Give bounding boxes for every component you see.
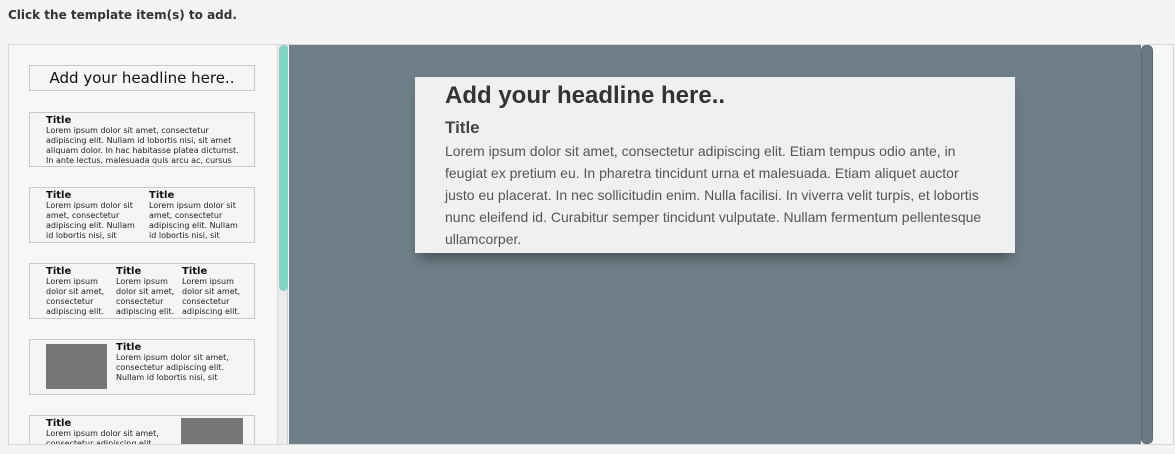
image-placeholder xyxy=(181,418,243,444)
template-list-scrollbar[interactable] xyxy=(277,45,288,444)
template-headline[interactable]: Add your headline here.. xyxy=(29,65,255,91)
template-title: Title xyxy=(149,190,175,201)
canvas-body-text[interactable]: Lorem ipsum dolor sit amet, consectetur … xyxy=(445,140,985,250)
template-title: Title xyxy=(182,266,208,277)
template-three-column[interactable]: Title Lorem ipsum dolor sit amet, consec… xyxy=(29,263,255,319)
template-title: Title xyxy=(46,190,72,201)
template-body: Lorem ipsum dolor sit amet, consectetur … xyxy=(116,277,175,316)
template-image-left[interactable]: Title Lorem ipsum dolor sit amet, consec… xyxy=(29,339,255,395)
template-body: Lorem ipsum dolor sit amet, consectetur … xyxy=(46,201,135,240)
template-title: Title xyxy=(116,266,142,277)
template-title: Title xyxy=(116,342,142,353)
template-body: Lorem ipsum dolor sit amet, consectetur … xyxy=(46,429,159,444)
template-body: Lorem ipsum dolor sit amet, consectetur … xyxy=(46,126,239,165)
template-list: Add your headline here.. Title Lorem ips… xyxy=(9,45,277,444)
content-block[interactable]: Add your headline here.. Title Lorem ips… xyxy=(415,77,1015,253)
canvas-title[interactable]: Title xyxy=(445,118,985,138)
image-placeholder xyxy=(46,344,107,389)
template-body: Lorem ipsum dolor sit amet, consectetur … xyxy=(116,353,229,382)
template-title: Title xyxy=(46,266,72,277)
template-body: Lorem ipsum dolor sit amet, consectetur … xyxy=(149,201,238,240)
template-body: Lorem ipsum dolor sit amet, consectetur … xyxy=(46,277,105,316)
canvas-headline[interactable]: Add your headline here.. xyxy=(445,83,985,109)
canvas-scrollbar[interactable] xyxy=(1141,45,1153,444)
template-image-right[interactable]: Title Lorem ipsum dolor sit amet, consec… xyxy=(29,415,255,444)
template-body: Lorem ipsum dolor sit amet, consectetur … xyxy=(182,277,241,316)
template-title: Title xyxy=(46,115,72,126)
template-single-column[interactable]: Title Lorem ipsum dolor sit amet, consec… xyxy=(29,112,255,167)
scrollbar-thumb[interactable] xyxy=(279,45,288,291)
instruction-text: Click the template item(s) to add. xyxy=(8,8,237,22)
editor-canvas[interactable]: Add your headline here.. Title Lorem ips… xyxy=(289,45,1141,444)
template-title: Title xyxy=(46,418,72,429)
template-two-column[interactable]: Title Lorem ipsum dolor sit amet, consec… xyxy=(29,187,255,243)
